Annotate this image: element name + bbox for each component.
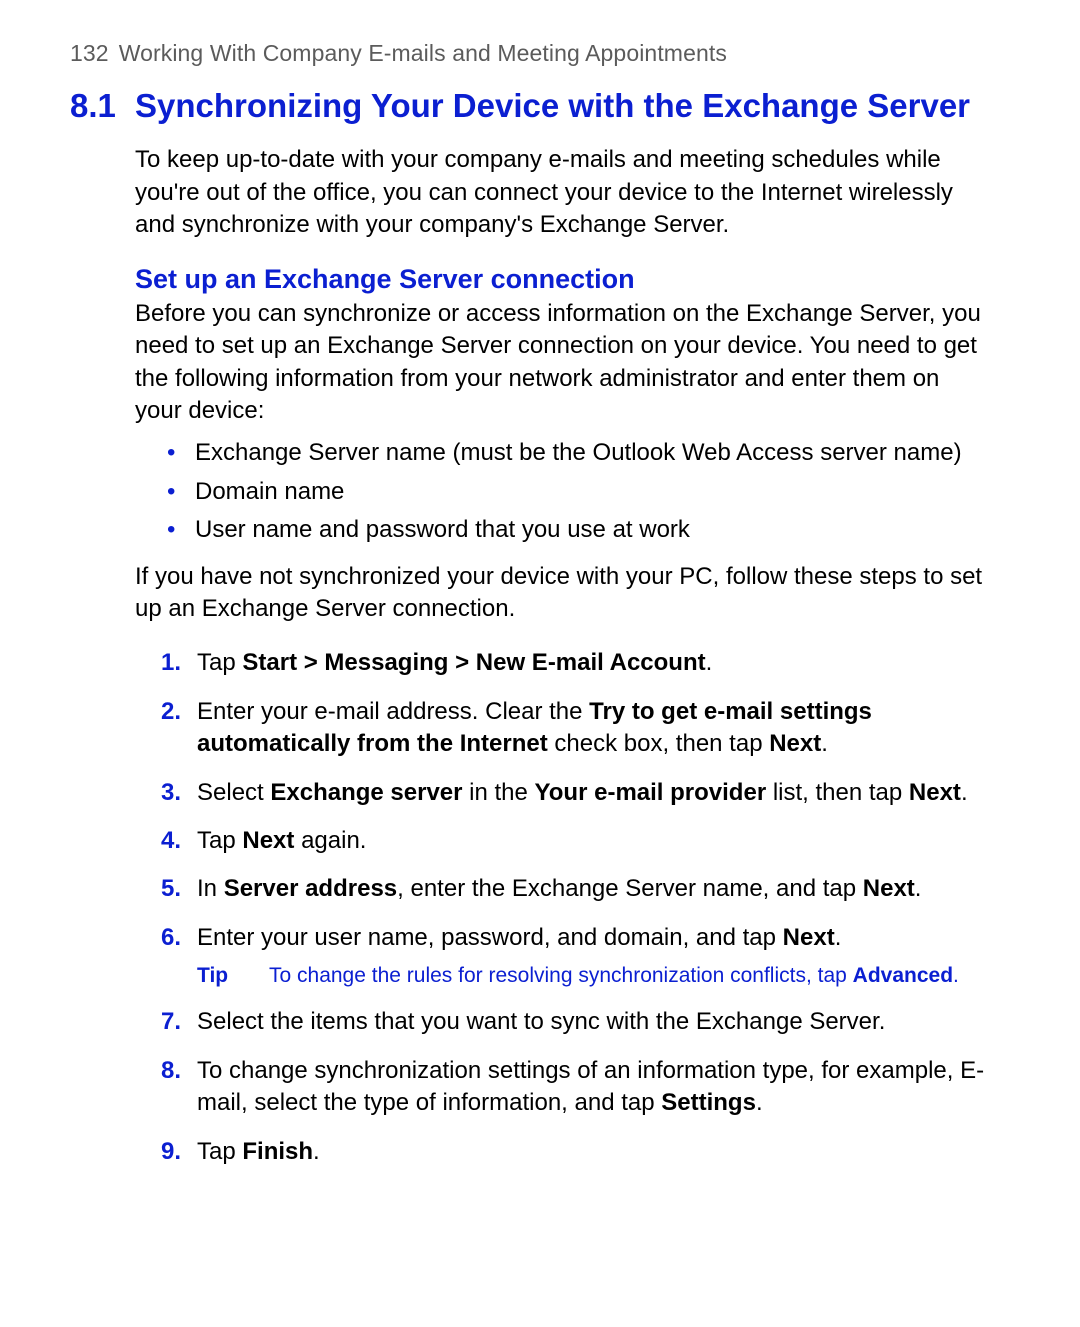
list-item: User name and password that you use at w… [191, 514, 990, 546]
step-text: Enter your user name, password, and doma… [197, 924, 783, 951]
section-number: 8.1 [70, 85, 135, 126]
step-bold: Settings [661, 1089, 756, 1116]
tip-text: To change the rules for resolving synchr… [269, 962, 959, 990]
tip-bold: Advanced [853, 964, 953, 987]
step-bold: Next [242, 827, 294, 854]
step-text: . [756, 1089, 763, 1116]
step-bold: Finish [242, 1138, 313, 1165]
running-header: 132 Working With Company E-mails and Meet… [70, 40, 990, 67]
step-item: To change synchronization settings of an… [191, 1055, 990, 1120]
tip-callout: Tip To change the rules for resolving sy… [197, 962, 990, 990]
step-item: Enter your user name, password, and doma… [191, 922, 990, 991]
step-item: Tap Next again. [191, 825, 990, 857]
document-page: 132 Working With Company E-mails and Meet… [0, 0, 1080, 1327]
section-title: Synchronizing Your Device with the Excha… [135, 85, 970, 126]
step-text: . [706, 649, 713, 676]
step-bold: Exchange server [270, 779, 462, 806]
step-item: Select the items that you want to sync w… [191, 1006, 990, 1038]
info-bullet-list: Exchange Server name (must be the Outloo… [135, 437, 990, 546]
step-text: list, then tap [766, 779, 909, 806]
step-item: Tap Start > Messaging > New E-mail Accou… [191, 647, 990, 679]
step-text: . [835, 924, 842, 951]
step-item: Enter your e-mail address. Clear the Try… [191, 696, 990, 761]
step-bold: Next [909, 779, 961, 806]
chapter-title: Working With Company E-mails and Meeting… [119, 40, 727, 66]
step-text: To change synchronization settings of an… [197, 1057, 984, 1116]
step-item: In Server address, enter the Exchange Se… [191, 873, 990, 905]
subsection-heading: Set up an Exchange Server connection [135, 263, 990, 295]
step-text: in the [463, 779, 535, 806]
steps-list: Tap Start > Messaging > New E-mail Accou… [135, 647, 990, 1168]
step-text: Select [197, 779, 270, 806]
list-item: Exchange Server name (must be the Outloo… [191, 437, 990, 469]
step-item: Select Exchange server in the Your e-mai… [191, 777, 990, 809]
step-text: check box, then tap [548, 730, 769, 757]
page-number: 132 [70, 40, 109, 66]
body-column: To keep up-to-date with your company e-m… [135, 144, 990, 1168]
section-intro: To keep up-to-date with your company e-m… [135, 144, 990, 241]
step-bold: Next [783, 924, 835, 951]
subsection-para-1: Before you can synchronize or access inf… [135, 298, 990, 428]
tip-text-part: . [953, 964, 959, 987]
step-text: . [821, 730, 828, 757]
step-text: again. [294, 827, 366, 854]
list-item: Domain name [191, 476, 990, 508]
subsection-para-2: If you have not synchronized your device… [135, 561, 990, 626]
step-text: In [197, 875, 224, 902]
step-item: Tap Finish. [191, 1136, 990, 1168]
tip-text-part: To change the rules for resolving synchr… [269, 964, 853, 987]
step-bold: Server address [224, 875, 397, 902]
step-text: Tap [197, 649, 242, 676]
step-bold: Start > Messaging > New E-mail Account [242, 649, 705, 676]
step-text: Tap [197, 1138, 242, 1165]
step-bold: Next [863, 875, 915, 902]
step-text: Select the items that you want to sync w… [197, 1008, 885, 1035]
step-bold: Next [769, 730, 821, 757]
step-text: . [961, 779, 968, 806]
step-text: , enter the Exchange Server name, and ta… [397, 875, 863, 902]
step-text: . [915, 875, 922, 902]
section-heading: 8.1 Synchronizing Your Device with the E… [70, 85, 990, 126]
tip-label: Tip [197, 962, 269, 990]
step-text: . [313, 1138, 320, 1165]
step-text: Enter your e-mail address. Clear the [197, 698, 589, 725]
step-bold: Your e-mail provider [535, 779, 767, 806]
step-text: Tap [197, 827, 242, 854]
